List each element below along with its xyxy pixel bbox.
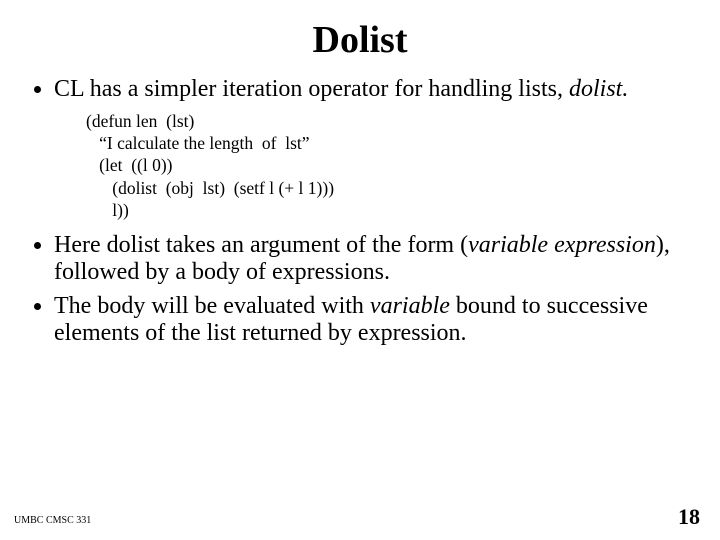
bullet-1: CL has a simpler iteration operator for … — [54, 76, 688, 104]
bullet-2-text-a: Here dolist takes an argument of the for… — [54, 232, 468, 258]
bullet-list-2: Here dolist takes an argument of the for… — [32, 232, 688, 348]
page-title: Dolist — [32, 18, 688, 62]
footer-page-number: 18 — [678, 504, 700, 530]
bullet-list: CL has a simpler iteration operator for … — [32, 76, 688, 104]
bullet-3: The body will be evaluated with variable… — [54, 293, 688, 348]
slide: Dolist CL has a simpler iteration operat… — [0, 0, 720, 540]
code-block: (defun len (lst) “I calculate the length… — [86, 110, 688, 222]
code-line-3: (let ((l 0)) — [86, 154, 688, 176]
code-line-1: (defun len (lst) — [86, 110, 688, 132]
footer-left: UMBC CMSC 331 — [14, 515, 91, 526]
bullet-3-text-b: variable — [370, 293, 450, 319]
bullet-1-text-b: dolist. — [569, 76, 628, 102]
code-line-4: (dolist (obj lst) (setf l (+ l 1))) — [86, 177, 688, 199]
code-line-2: “I calculate the length of lst” — [86, 132, 688, 154]
bullet-3-text-a: The body will be evaluated with — [54, 293, 370, 319]
bullet-1-text-a: CL has a simpler iteration operator for … — [54, 76, 569, 102]
code-line-5: l)) — [86, 199, 688, 221]
bullet-2-text-b: variable expression — [468, 232, 656, 258]
bullet-2: Here dolist takes an argument of the for… — [54, 232, 688, 287]
